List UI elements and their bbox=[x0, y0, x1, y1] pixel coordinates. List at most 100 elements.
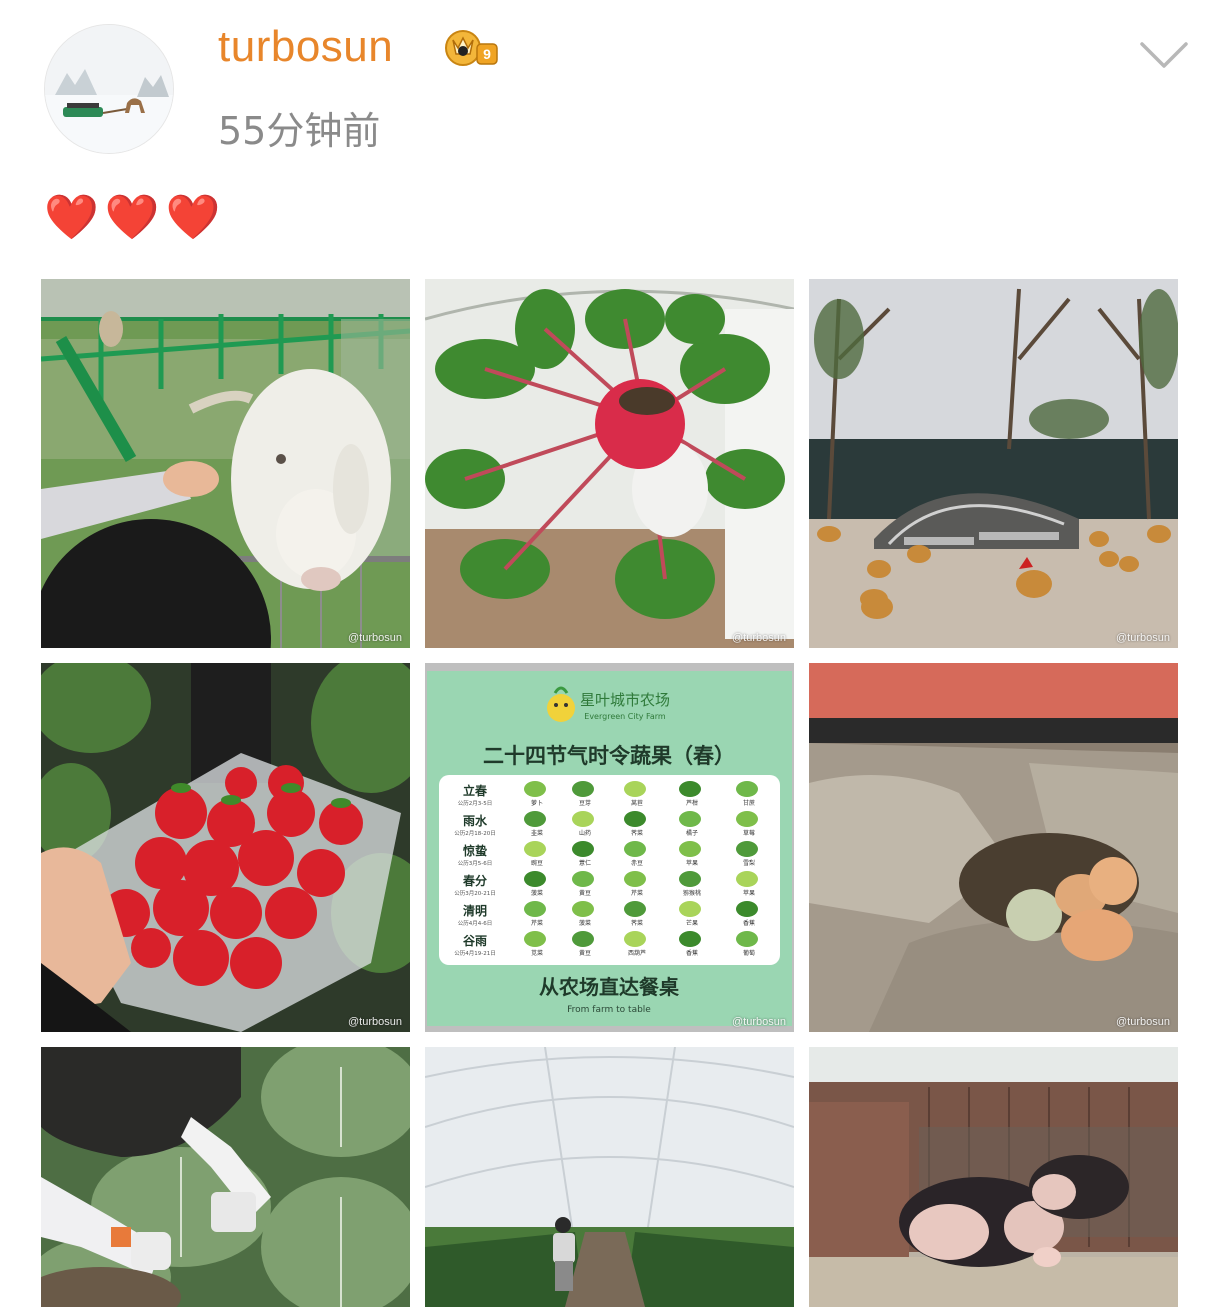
produce-label: 甘蔗 bbox=[743, 799, 755, 807]
produce-label: 薏仁 bbox=[579, 859, 591, 867]
produce-icon bbox=[736, 781, 758, 797]
crown-badge-icon: 9 bbox=[441, 24, 503, 72]
produce-icon bbox=[524, 871, 546, 887]
produce-label: 西葫芦 bbox=[628, 949, 646, 957]
produce-label: 萝卜 bbox=[531, 799, 543, 807]
sign-date-5: 公历4月19-21日 bbox=[454, 950, 495, 957]
avatar-image bbox=[45, 25, 173, 153]
produce-icon bbox=[524, 841, 546, 857]
produce-label: 莴苣 bbox=[631, 799, 643, 807]
sign-footer: 从农场直达餐桌 bbox=[539, 975, 680, 999]
produce-label: 黄豆 bbox=[579, 889, 591, 897]
avatar[interactable] bbox=[44, 24, 174, 154]
produce-label: 橘子 bbox=[686, 829, 698, 837]
produce-icon bbox=[524, 901, 546, 917]
produce-icon bbox=[736, 811, 758, 827]
produce-icon bbox=[736, 931, 758, 947]
produce-label: 山药 bbox=[579, 829, 591, 837]
produce-icon bbox=[624, 781, 646, 797]
sign-term-2: 惊蛰 bbox=[463, 843, 487, 858]
watermark: @turbosun bbox=[732, 632, 786, 644]
sign-term-1: 雨水 bbox=[463, 813, 488, 828]
produce-label: 雪梨 bbox=[743, 859, 755, 867]
sign-board: 星叶城市农场 Evergreen City Farm 二十四节气时令蔬果（春） … bbox=[425, 663, 794, 1032]
produce-label: 豆芽 bbox=[579, 799, 591, 807]
photo-strawberries[interactable]: @turbosun bbox=[41, 663, 410, 1032]
produce-icon bbox=[679, 841, 701, 857]
produce-icon bbox=[624, 841, 646, 857]
produce-icon bbox=[572, 931, 594, 947]
produce-label: 黄豆 bbox=[579, 949, 591, 957]
produce-label: 荠菜 bbox=[631, 919, 643, 927]
photo-eggs[interactable]: @turbosun bbox=[809, 663, 1178, 1032]
produce-icon bbox=[624, 811, 646, 827]
produce-icon bbox=[736, 901, 758, 917]
chevron-down-icon[interactable] bbox=[1138, 38, 1190, 72]
produce-label: 葡萄 bbox=[743, 949, 755, 957]
produce-icon bbox=[524, 931, 546, 947]
produce-label: 赤豆 bbox=[631, 860, 643, 867]
produce-icon bbox=[624, 901, 646, 917]
post-text: ❤️❤️❤️ bbox=[44, 192, 227, 243]
produce-icon bbox=[736, 871, 758, 887]
sign-date-0: 公历2月3-5日 bbox=[458, 800, 492, 807]
produce-icon bbox=[624, 931, 646, 947]
sign-title: 二十四节气时令蔬果（春） bbox=[483, 744, 735, 768]
produce-icon bbox=[524, 811, 546, 827]
produce-icon bbox=[572, 841, 594, 857]
watermark: @turbosun bbox=[348, 1016, 402, 1028]
sign-footer-en: From farm to table bbox=[567, 1005, 651, 1015]
produce-label: 猕猴桃 bbox=[683, 889, 701, 897]
sign-date-1: 公历2月18-20日 bbox=[454, 830, 495, 837]
svg-text:9: 9 bbox=[483, 46, 491, 62]
sign-term-5: 谷雨 bbox=[463, 933, 487, 948]
produce-label: 苋菜 bbox=[531, 949, 543, 957]
produce-icon bbox=[572, 871, 594, 887]
produce-icon bbox=[679, 931, 701, 947]
produce-icon bbox=[679, 901, 701, 917]
sign-term-3: 春分 bbox=[462, 873, 487, 888]
photo-grid: @turbosun @turbosun @turbosun @turbosun … bbox=[41, 279, 1179, 1307]
produce-label: 荠菜 bbox=[631, 829, 643, 837]
produce-icon bbox=[572, 901, 594, 917]
sign-farm-name-en: Evergreen City Farm bbox=[584, 712, 666, 721]
photo-greenhouse[interactable] bbox=[425, 1047, 794, 1307]
sign-date-3: 公历3月20-21日 bbox=[454, 890, 495, 897]
watermark: @turbosun bbox=[348, 632, 402, 644]
sign-term-0: 立春 bbox=[463, 783, 488, 798]
username[interactable]: turbosun bbox=[218, 22, 393, 72]
produce-label: 韭菜 bbox=[531, 829, 543, 837]
post-timestamp: 55分钟前 bbox=[218, 109, 381, 153]
photo-goat[interactable]: @turbosun bbox=[41, 279, 410, 648]
sign-date-4: 公历4月4-6日 bbox=[458, 920, 492, 927]
watermark: @turbosun bbox=[732, 1016, 786, 1028]
produce-label: 豌豆 bbox=[531, 859, 543, 867]
farm-logo-icon bbox=[547, 694, 575, 722]
produce-icon bbox=[624, 871, 646, 887]
produce-icon bbox=[572, 811, 594, 827]
produce-icon bbox=[679, 811, 701, 827]
sign-farm-name: 星叶城市农场 bbox=[580, 691, 670, 709]
produce-label: 苹果 bbox=[743, 889, 755, 897]
photo-radish[interactable]: @turbosun bbox=[425, 279, 794, 648]
produce-label: 芦柑 bbox=[686, 799, 698, 807]
sign-date-2: 公历3月5-6日 bbox=[458, 860, 492, 867]
produce-icon bbox=[736, 841, 758, 857]
watermark: @turbosun bbox=[1116, 632, 1170, 644]
produce-label: 菠菜 bbox=[531, 889, 543, 897]
photo-pigs[interactable] bbox=[809, 1047, 1178, 1307]
produce-icon bbox=[572, 781, 594, 797]
photo-seasonal-sign[interactable]: 星叶城市农场 Evergreen City Farm 二十四节气时令蔬果（春） … bbox=[425, 663, 794, 1032]
produce-label: 香蕉 bbox=[743, 919, 755, 927]
produce-label: 苹果 bbox=[686, 859, 698, 867]
produce-label: 香蕉 bbox=[686, 949, 698, 957]
photo-vegetable-picking[interactable] bbox=[41, 1047, 410, 1307]
sign-term-4: 清明 bbox=[463, 903, 487, 918]
photo-chickens[interactable]: @turbosun bbox=[809, 279, 1178, 648]
produce-icon bbox=[524, 781, 546, 797]
produce-icon bbox=[679, 871, 701, 887]
produce-label: 草莓 bbox=[743, 829, 755, 837]
watermark: @turbosun bbox=[1116, 1016, 1170, 1028]
produce-icon bbox=[679, 781, 701, 797]
produce-label: 菠菜 bbox=[579, 919, 591, 927]
